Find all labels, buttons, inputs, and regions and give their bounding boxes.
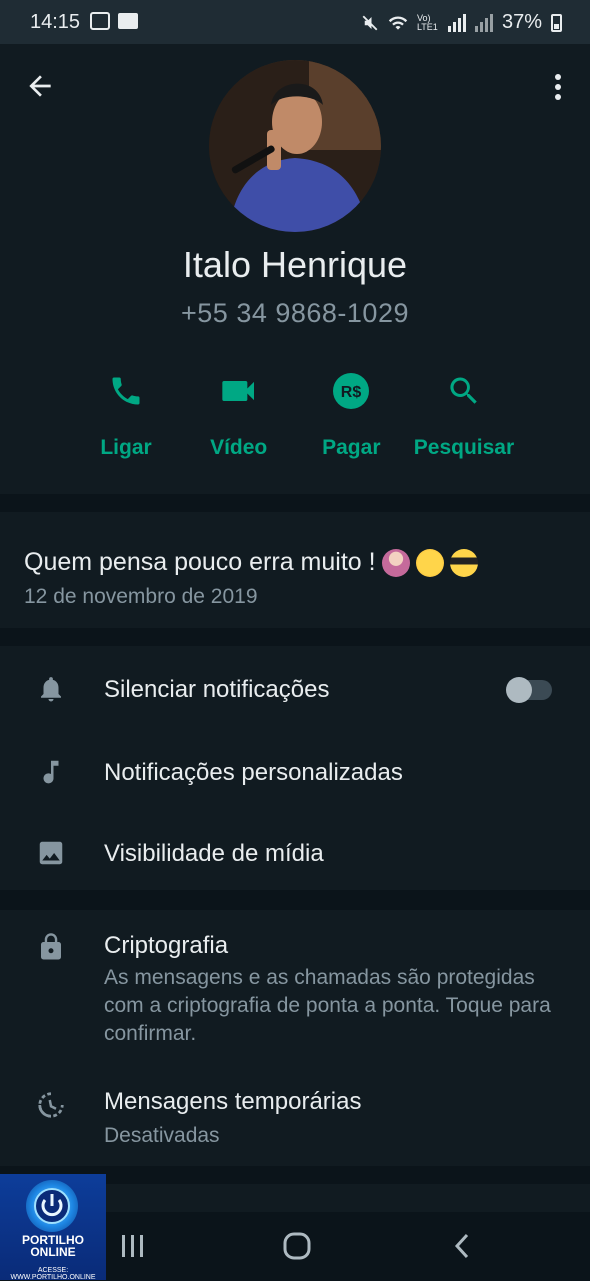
signal-icon-2: [474, 13, 493, 32]
mute-notifications-row[interactable]: Silenciar notificações: [0, 648, 590, 728]
battery-icon: [551, 13, 562, 32]
about-section[interactable]: Quem pensa pouco erra muito ! 12 de nove…: [0, 512, 590, 628]
status-bar: 14:15 Vo) LTE1 37%: [0, 0, 590, 44]
call-button[interactable]: Ligar: [70, 366, 182, 460]
call-label: Ligar: [100, 436, 152, 459]
payment-icon: R$: [333, 373, 370, 409]
network-label: Vo) LTE1: [416, 12, 438, 32]
signal-icon: [447, 13, 466, 32]
about-text: Quem pensa pouco erra muito !: [24, 548, 376, 576]
pay-button[interactable]: R$ Pagar: [295, 366, 407, 460]
encryption-subtitle: As mensagens e as chamadas são protegida…: [104, 966, 551, 1045]
recent-apps-icon[interactable]: [118, 1232, 148, 1260]
custom-notifications-label: Notificações personalizadas: [104, 759, 403, 786]
portilho-online-logo: PORTILHO ONLINE ACESSE: WWW.PORTILHO.ONL…: [0, 1174, 106, 1281]
grinning-sweat-emoji: [415, 548, 444, 577]
mute-label: Silenciar notificações: [104, 676, 330, 703]
folder-notification-icon: [118, 13, 138, 29]
mute-toggle[interactable]: [506, 677, 552, 703]
home-icon[interactable]: [282, 1232, 312, 1260]
key-notification-icon: [90, 12, 110, 30]
contact-avatar[interactable]: [209, 60, 381, 232]
image-icon: [39, 841, 63, 865]
person-shrugging-emoji: [381, 548, 410, 577]
power-icon: [26, 1180, 78, 1232]
media-visibility-row[interactable]: Visibilidade de mídia: [0, 812, 590, 892]
media-visibility-label: Visibilidade de mídia: [104, 840, 324, 867]
video-label: Vídeo: [210, 436, 268, 459]
toggle-knob: [506, 677, 532, 703]
back-nav-icon[interactable]: [448, 1232, 478, 1260]
avatar-photo: [209, 60, 381, 232]
custom-notifications-row[interactable]: Notificações personalizadas: [0, 731, 590, 811]
status-time: 14:15: [30, 11, 81, 33]
battery-percent: 37%: [501, 11, 542, 33]
contact-header: Italo Henrique +55 34 9868-1029 Ligar Ví…: [0, 44, 590, 494]
video-icon: [221, 381, 254, 401]
back-arrow-icon[interactable]: [24, 70, 56, 102]
lock-icon: [41, 933, 61, 960]
phone-icon: [112, 377, 140, 405]
disappearing-subtitle: Desativadas: [104, 1124, 220, 1147]
encryption-row[interactable]: Criptografia As mensagens e as chamadas …: [0, 910, 590, 1060]
svg-text:R$: R$: [341, 384, 362, 401]
about-date: 12 de novembro de 2019: [24, 585, 258, 608]
security-section: Criptografia As mensagens e as chamadas …: [0, 910, 590, 1166]
logo-line2: ONLINE: [30, 1245, 76, 1259]
search-icon: [450, 377, 477, 404]
contact-name: Italo Henrique: [182, 244, 408, 285]
disappearing-messages-row[interactable]: Mensagens temporárias Desativadas: [0, 1074, 590, 1154]
video-call-button[interactable]: Vídeo: [183, 366, 295, 460]
contact-phone: +55 34 9868-1029: [181, 298, 409, 328]
more-options-icon[interactable]: [548, 72, 568, 102]
search-label: Pesquisar: [413, 436, 515, 459]
encryption-title: Criptografia: [104, 932, 229, 959]
disappearing-title: Mensagens temporárias: [104, 1088, 362, 1115]
music-note-icon: [43, 760, 59, 784]
sunglasses-emoji: [449, 548, 478, 577]
pay-label: Pagar: [322, 436, 381, 459]
quick-actions: Ligar Vídeo R$ Pagar Pesquisar: [70, 366, 520, 460]
logo-url: ACESSE: WWW.PORTILHO.ONLINE: [10, 1267, 96, 1281]
notification-settings: Silenciar notificações Notificações pers…: [0, 646, 590, 890]
wifi-icon: [388, 15, 408, 30]
search-button[interactable]: Pesquisar: [408, 366, 520, 460]
mute-icon: [362, 15, 378, 30]
bell-icon: [41, 677, 61, 702]
timer-icon: [38, 1092, 64, 1118]
